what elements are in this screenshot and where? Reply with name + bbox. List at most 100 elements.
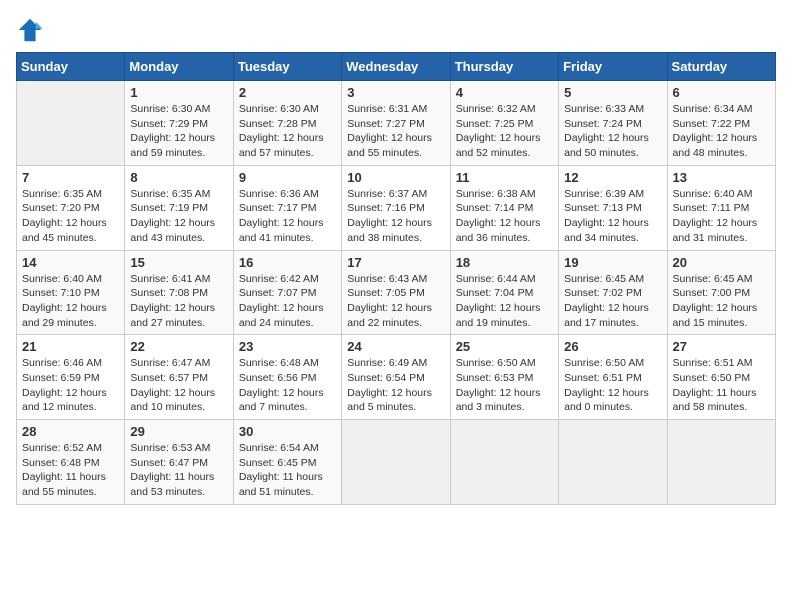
day-number: 4	[456, 85, 553, 100]
calendar-cell: 3Sunrise: 6:31 AMSunset: 7:27 PMDaylight…	[342, 81, 450, 166]
calendar-cell: 10 Sunrise: 6:37 AMSunset: 7:16 PMDayligh…	[342, 165, 450, 250]
calendar-cell: 23 Sunrise: 6:48 AMSunset: 6:56 PMDayligh…	[233, 335, 341, 420]
calendar-cell: 22 Sunrise: 6:47 AMSunset: 6:57 PMDayligh…	[125, 335, 233, 420]
calendar-cell: 17 Sunrise: 6:43 AMSunset: 7:05 PMDayligh…	[342, 250, 450, 335]
day-number: 22	[130, 339, 227, 354]
day-info: Sunrise: 6:49 AMSunset: 6:54 PMDaylight:…	[347, 356, 444, 415]
day-header-tuesday: Tuesday	[233, 53, 341, 81]
day-number: 9	[239, 170, 336, 185]
day-info: Sunrise: 6:42 AMSunset: 7:07 PMDaylight:…	[239, 272, 336, 331]
day-number: 24	[347, 339, 444, 354]
day-info: Sunrise: 6:54 AMSunset: 6:45 PMDaylight:…	[239, 441, 336, 500]
calendar-cell: 27 Sunrise: 6:51 AMSunset: 6:50 PMDayligh…	[667, 335, 775, 420]
day-info: Sunrise: 6:38 AMSunset: 7:14 PMDaylight:…	[456, 187, 553, 246]
day-number: 11	[456, 170, 553, 185]
day-number: 27	[673, 339, 770, 354]
day-info: Sunrise: 6:50 AMSunset: 6:53 PMDaylight:…	[456, 356, 553, 415]
calendar-cell: 24 Sunrise: 6:49 AMSunset: 6:54 PMDayligh…	[342, 335, 450, 420]
day-info: Sunrise: 6:43 AMSunset: 7:05 PMDaylight:…	[347, 272, 444, 331]
logo-icon	[16, 16, 44, 44]
calendar-header: SundayMondayTuesdayWednesdayThursdayFrid…	[17, 53, 776, 81]
day-number: 21	[22, 339, 119, 354]
day-info: Sunrise: 6:30 AMSunset: 7:28 PMDaylight:…	[239, 102, 336, 161]
day-info: Sunrise: 6:40 AMSunset: 7:10 PMDaylight:…	[22, 272, 119, 331]
day-number: 13	[673, 170, 770, 185]
day-info: Sunrise: 6:35 AMSunset: 7:20 PMDaylight:…	[22, 187, 119, 246]
day-info: Sunrise: 6:53 AMSunset: 6:47 PMDaylight:…	[130, 441, 227, 500]
calendar-body: 1 Sunrise: 6:30 AMSunset: 7:29 PMDaylight…	[17, 81, 776, 505]
day-info: Sunrise: 6:39 AMSunset: 7:13 PMDaylight:…	[564, 187, 661, 246]
calendar-cell: 6 Sunrise: 6:34 AMSunset: 7:22 PMDaylight…	[667, 81, 775, 166]
calendar-cell: 12 Sunrise: 6:39 AMSunset: 7:13 PMDayligh…	[559, 165, 667, 250]
calendar-cell: 18 Sunrise: 6:44 AMSunset: 7:04 PMDayligh…	[450, 250, 558, 335]
day-info: Sunrise: 6:34 AMSunset: 7:22 PMDaylight:…	[673, 102, 770, 161]
day-header-sunday: Sunday	[17, 53, 125, 81]
calendar-cell: 7 Sunrise: 6:35 AMSunset: 7:20 PMDaylight…	[17, 165, 125, 250]
calendar-table: SundayMondayTuesdayWednesdayThursdayFrid…	[16, 52, 776, 505]
day-number: 3	[347, 85, 444, 100]
day-info: Sunrise: 6:51 AMSunset: 6:50 PMDaylight:…	[673, 356, 770, 415]
logo	[16, 16, 48, 44]
day-number: 18	[456, 255, 553, 270]
calendar-cell: 14 Sunrise: 6:40 AMSunset: 7:10 PMDayligh…	[17, 250, 125, 335]
day-number: 12	[564, 170, 661, 185]
day-info: Sunrise: 6:52 AMSunset: 6:48 PMDaylight:…	[22, 441, 119, 500]
day-number: 8	[130, 170, 227, 185]
calendar-cell: 1 Sunrise: 6:30 AMSunset: 7:29 PMDaylight…	[125, 81, 233, 166]
day-number: 30	[239, 424, 336, 439]
day-number: 7	[22, 170, 119, 185]
day-number: 6	[673, 85, 770, 100]
calendar-cell: 4 Sunrise: 6:32 AMSunset: 7:25 PMDaylight…	[450, 81, 558, 166]
page-header	[16, 16, 776, 44]
day-info: Sunrise: 6:41 AMSunset: 7:08 PMDaylight:…	[130, 272, 227, 331]
day-header-thursday: Thursday	[450, 53, 558, 81]
calendar-cell	[17, 81, 125, 166]
day-info: Sunrise: 6:44 AMSunset: 7:04 PMDaylight:…	[456, 272, 553, 331]
day-info: Sunrise: 6:48 AMSunset: 6:56 PMDaylight:…	[239, 356, 336, 415]
day-info: Sunrise: 6:35 AMSunset: 7:19 PMDaylight:…	[130, 187, 227, 246]
calendar-cell	[450, 420, 558, 505]
calendar-cell: 13 Sunrise: 6:40 AMSunset: 7:11 PMDayligh…	[667, 165, 775, 250]
calendar-cell	[667, 420, 775, 505]
day-info: Sunrise: 6:45 AMSunset: 7:00 PMDaylight:…	[673, 272, 770, 331]
day-info: Sunrise: 6:32 AMSunset: 7:25 PMDaylight:…	[456, 102, 553, 161]
day-number: 14	[22, 255, 119, 270]
calendar-cell: 26 Sunrise: 6:50 AMSunset: 6:51 PMDayligh…	[559, 335, 667, 420]
day-number: 15	[130, 255, 227, 270]
day-number: 2	[239, 85, 336, 100]
calendar-cell: 5 Sunrise: 6:33 AMSunset: 7:24 PMDaylight…	[559, 81, 667, 166]
day-number: 19	[564, 255, 661, 270]
day-number: 29	[130, 424, 227, 439]
day-info: Sunrise: 6:47 AMSunset: 6:57 PMDaylight:…	[130, 356, 227, 415]
calendar-cell: 21 Sunrise: 6:46 AMSunset: 6:59 PMDayligh…	[17, 335, 125, 420]
day-info: Sunrise: 6:45 AMSunset: 7:02 PMDaylight:…	[564, 272, 661, 331]
calendar-cell: 16 Sunrise: 6:42 AMSunset: 7:07 PMDayligh…	[233, 250, 341, 335]
day-number: 1	[130, 85, 227, 100]
day-header-friday: Friday	[559, 53, 667, 81]
calendar-cell	[342, 420, 450, 505]
calendar-cell: 25 Sunrise: 6:50 AMSunset: 6:53 PMDayligh…	[450, 335, 558, 420]
day-number: 5	[564, 85, 661, 100]
calendar-cell	[559, 420, 667, 505]
day-number: 25	[456, 339, 553, 354]
day-header-monday: Monday	[125, 53, 233, 81]
day-info: Sunrise: 6:36 AMSunset: 7:17 PMDaylight:…	[239, 187, 336, 246]
day-number: 16	[239, 255, 336, 270]
calendar-cell: 15 Sunrise: 6:41 AMSunset: 7:08 PMDayligh…	[125, 250, 233, 335]
day-info: Sunrise: 6:46 AMSunset: 6:59 PMDaylight:…	[22, 356, 119, 415]
day-number: 17	[347, 255, 444, 270]
calendar-cell: 11 Sunrise: 6:38 AMSunset: 7:14 PMDayligh…	[450, 165, 558, 250]
day-info: Sunrise: 6:37 AMSunset: 7:16 PMDaylight:…	[347, 187, 444, 246]
day-info: Sunrise: 6:50 AMSunset: 6:51 PMDaylight:…	[564, 356, 661, 415]
calendar-cell: 8 Sunrise: 6:35 AMSunset: 7:19 PMDaylight…	[125, 165, 233, 250]
day-number: 10	[347, 170, 444, 185]
day-info: Sunrise: 6:33 AMSunset: 7:24 PMDaylight:…	[564, 102, 661, 161]
day-number: 23	[239, 339, 336, 354]
calendar-cell: 9 Sunrise: 6:36 AMSunset: 7:17 PMDaylight…	[233, 165, 341, 250]
day-number: 26	[564, 339, 661, 354]
calendar-cell: 29 Sunrise: 6:53 AMSunset: 6:47 PMDayligh…	[125, 420, 233, 505]
day-info: Sunrise: 6:40 AMSunset: 7:11 PMDaylight:…	[673, 187, 770, 246]
day-header-wednesday: Wednesday	[342, 53, 450, 81]
day-info: Sunrise: 6:30 AMSunset: 7:29 PMDaylight:…	[130, 102, 227, 161]
calendar-cell: 2 Sunrise: 6:30 AMSunset: 7:28 PMDaylight…	[233, 81, 341, 166]
